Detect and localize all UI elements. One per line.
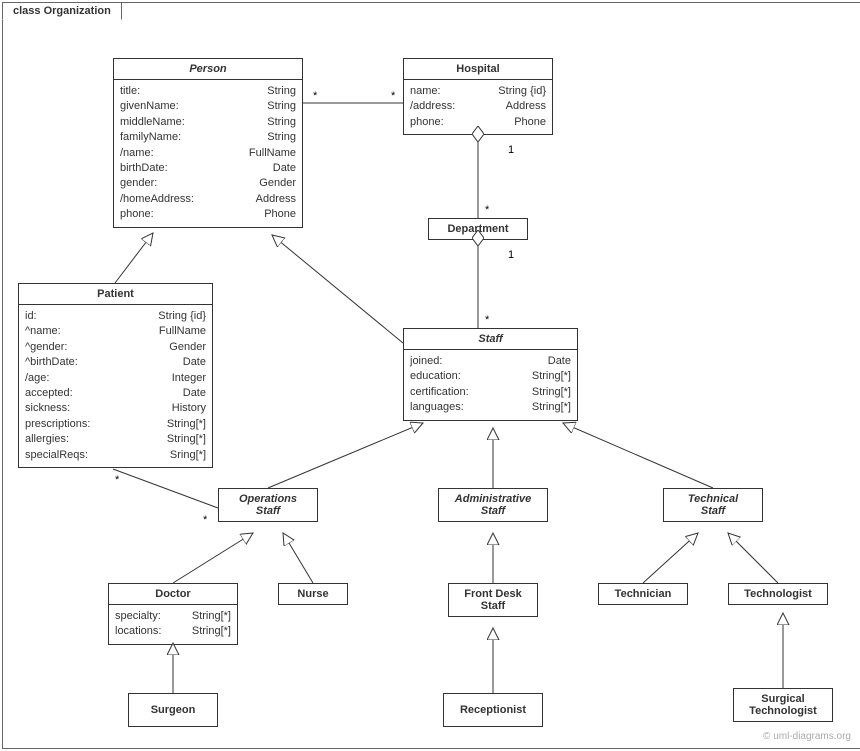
svg-text:*: * [313, 90, 318, 102]
svg-text:*: * [203, 514, 208, 526]
class-nurse: Nurse [278, 583, 348, 605]
class-patient-title: Patient [19, 284, 212, 305]
class-surgeon: Surgeon [128, 693, 218, 727]
frame-title: class Organization [2, 2, 122, 20]
class-hospital: Hospital name:String {id} /address:Addre… [403, 58, 553, 135]
svg-text:*: * [115, 474, 120, 486]
class-nurse-title: Nurse [279, 584, 347, 604]
class-front-desk-staff: Front DeskStaff [448, 583, 538, 617]
class-person: Person title:String givenName:String mid… [113, 58, 303, 228]
class-front-desk-staff-title: Front DeskStaff [449, 584, 537, 616]
class-doctor-title: Doctor [109, 584, 237, 605]
svg-text:1: 1 [508, 249, 514, 261]
watermark: © uml-diagrams.org [763, 731, 851, 742]
class-surgical-technologist-title: SurgicalTechnologist [734, 689, 832, 721]
class-receptionist: Receptionist [443, 693, 543, 727]
class-administrative-staff-title: AdministrativeStaff [439, 489, 547, 521]
class-operations-staff: OperationsStaff [218, 488, 318, 522]
class-surgical-technologist: SurgicalTechnologist [733, 688, 833, 722]
class-department: Department [428, 218, 528, 240]
class-patient-body: id:String {id} ^name:FullName ^gender:Ge… [19, 305, 212, 467]
class-hospital-body: name:String {id} /address:Address phone:… [404, 80, 552, 134]
class-staff-title: Staff [404, 329, 577, 350]
class-person-body: title:String givenName:String middleName… [114, 80, 302, 227]
organization-frame: class Organization Person title:String g… [2, 2, 860, 749]
class-hospital-title: Hospital [404, 59, 552, 80]
class-administrative-staff: AdministrativeStaff [438, 488, 548, 522]
svg-text:*: * [391, 90, 396, 102]
class-technologist: Technologist [728, 583, 828, 605]
class-doctor-body: specialty:String[*] locations:String[*] [109, 605, 237, 644]
svg-text:*: * [485, 204, 490, 216]
svg-text:*: * [485, 314, 490, 326]
class-receptionist-title: Receptionist [444, 694, 542, 726]
class-person-title: Person [114, 59, 302, 80]
class-operations-staff-title: OperationsStaff [219, 489, 317, 521]
svg-text:1: 1 [508, 144, 514, 156]
class-technical-staff-title: TechnicalStaff [664, 489, 762, 521]
class-staff: Staff joined:Date education:String[*] ce… [403, 328, 578, 421]
class-technician-title: Technician [599, 584, 687, 604]
class-surgeon-title: Surgeon [129, 694, 217, 726]
class-patient: Patient id:String {id} ^name:FullName ^g… [18, 283, 213, 468]
class-technologist-title: Technologist [729, 584, 827, 604]
class-technician: Technician [598, 583, 688, 605]
class-doctor: Doctor specialty:String[*] locations:Str… [108, 583, 238, 645]
class-department-title: Department [429, 219, 527, 239]
class-staff-body: joined:Date education:String[*] certific… [404, 350, 577, 420]
class-technical-staff: TechnicalStaff [663, 488, 763, 522]
